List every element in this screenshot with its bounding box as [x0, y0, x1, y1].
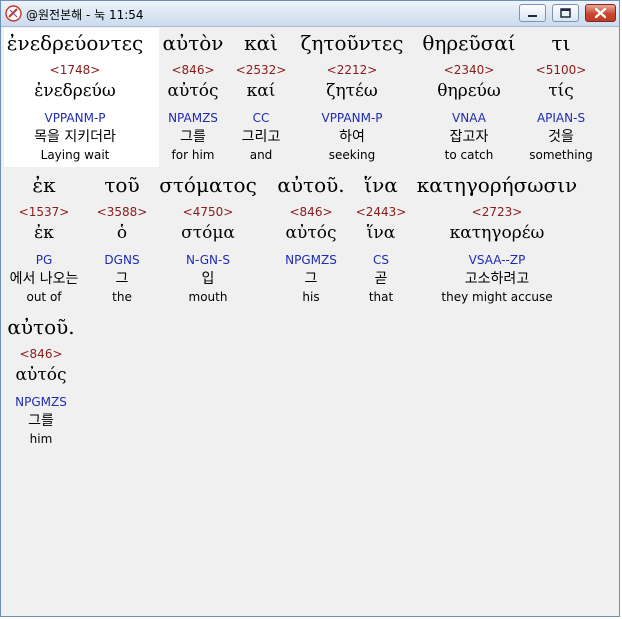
- strong-number[interactable]: <3588>: [97, 205, 148, 219]
- close-button[interactable]: [585, 4, 616, 22]
- strong-number[interactable]: <846>: [289, 205, 332, 219]
- english-gloss: seeking: [328, 148, 376, 162]
- strong-number[interactable]: <846>: [171, 63, 214, 77]
- greek-word: ζητοῦντες: [300, 31, 404, 55]
- english-gloss: they might accuse: [441, 290, 553, 304]
- minimize-button[interactable]: [519, 4, 546, 22]
- korean-gloss: 그리고: [241, 129, 281, 145]
- lemma: αὐτός: [167, 81, 219, 101]
- parsing-code: N-GN-S: [186, 253, 230, 267]
- parsing-code: APIAN-S: [536, 111, 586, 125]
- interlinear-panel[interactable]: ἐνεδρεύοντες <1748> ἐνεδρεύω VPPANM-P 목을…: [4, 28, 616, 614]
- maximize-icon: [560, 8, 571, 18]
- korean-gloss: 그: [304, 271, 318, 287]
- greek-word: τοῦ: [104, 173, 140, 197]
- greek-word: ἐκ: [32, 173, 56, 197]
- parsing-code: VNAA: [452, 111, 486, 125]
- greek-word: στόματος: [159, 173, 257, 197]
- parsing-code: VPPANM-P: [44, 111, 106, 125]
- lemma: ζητέω: [326, 81, 378, 101]
- english-gloss: his: [302, 290, 320, 304]
- greek-word: θηρεῦσαί: [422, 31, 516, 55]
- parsing-code: CC: [252, 111, 270, 125]
- english-gloss: mouth: [188, 290, 228, 304]
- greek-word: αὐτοῦ.: [277, 173, 345, 197]
- strong-number[interactable]: <1748>: [50, 63, 101, 77]
- window-title: @원전본해 - 눅 11:54: [26, 8, 144, 22]
- korean-gloss: 목을 지키더라: [34, 129, 116, 145]
- maximize-button[interactable]: [552, 4, 579, 22]
- parsing-code: NPGMZS: [285, 253, 337, 267]
- parsing-code: DGNS: [104, 253, 140, 267]
- greek-word: κατηγορήσωσιν: [416, 173, 578, 197]
- korean-gloss: 그: [115, 271, 129, 287]
- english-gloss: Laying wait: [40, 148, 110, 162]
- english-gloss: to catch: [444, 148, 494, 162]
- lemma: θηρεύω: [437, 81, 501, 101]
- greek-word: αὐτὸν: [162, 31, 224, 55]
- korean-gloss: 하여: [339, 129, 365, 145]
- lemma: ἐκ: [34, 223, 54, 243]
- lemma: στόμα: [181, 223, 235, 243]
- greek-word: καὶ: [244, 31, 278, 55]
- parsing-code: NPGMZS: [15, 395, 67, 409]
- greek-word: τι: [551, 31, 571, 55]
- title-bar[interactable]: @원전본해 - 눅 11:54: [1, 1, 619, 27]
- lemma: ὁ: [116, 223, 128, 243]
- parsing-code: CS: [373, 253, 389, 267]
- english-gloss: for him: [171, 148, 215, 162]
- close-icon: [594, 7, 607, 19]
- lemma: αὐτός: [285, 223, 337, 243]
- parsing-code: VSAA--ZP: [468, 253, 526, 267]
- korean-gloss: 고소하려고: [464, 271, 530, 287]
- english-gloss: him: [29, 432, 53, 446]
- english-gloss: out of: [26, 290, 62, 304]
- parsing-code: NPAMZS: [168, 111, 218, 125]
- strong-number[interactable]: <846>: [19, 347, 62, 361]
- strong-number[interactable]: <5100>: [536, 63, 587, 77]
- korean-gloss: 것을: [548, 129, 574, 145]
- strong-number[interactable]: <2443>: [356, 205, 407, 219]
- minimize-icon: [528, 15, 537, 17]
- greek-word: ἐνεδρεύοντες: [6, 31, 144, 55]
- lemma: ἵνα: [366, 223, 396, 243]
- parsing-code: PG: [35, 253, 53, 267]
- korean-gloss: 에서 나오는: [9, 271, 79, 287]
- strong-number[interactable]: <2340>: [444, 63, 495, 77]
- app-window: @원전본해 - 눅 11:54 ἐνεδρεύοντες <1748> ἐνεδ…: [0, 0, 620, 617]
- english-gloss: that: [368, 290, 394, 304]
- strong-number[interactable]: <4750>: [183, 205, 234, 219]
- app-logo-icon: [5, 5, 22, 22]
- english-gloss: the: [112, 290, 132, 304]
- greek-word: αὐτοῦ.: [7, 315, 75, 339]
- english-gloss: and: [249, 148, 273, 162]
- english-gloss: something: [529, 148, 593, 162]
- lemma: τίς: [548, 81, 574, 101]
- korean-gloss: 그를: [180, 129, 206, 145]
- korean-gloss: 그를: [28, 413, 54, 429]
- lemma: αὐτός: [15, 365, 67, 385]
- strong-number[interactable]: <2723>: [472, 205, 523, 219]
- strong-number[interactable]: <1537>: [19, 205, 70, 219]
- strong-number[interactable]: <2532>: [236, 63, 287, 77]
- strong-number[interactable]: <2212>: [327, 63, 378, 77]
- lemma: καί: [246, 81, 276, 101]
- korean-gloss: 입: [201, 271, 215, 287]
- lemma: ἐνεδρεύω: [34, 81, 116, 101]
- korean-gloss: 잡고자: [449, 129, 489, 145]
- parsing-code: VPPANM-P: [321, 111, 383, 125]
- greek-word: ἵνα: [364, 173, 398, 197]
- lemma: κατηγορέω: [449, 223, 545, 243]
- korean-gloss: 곧: [374, 271, 388, 287]
